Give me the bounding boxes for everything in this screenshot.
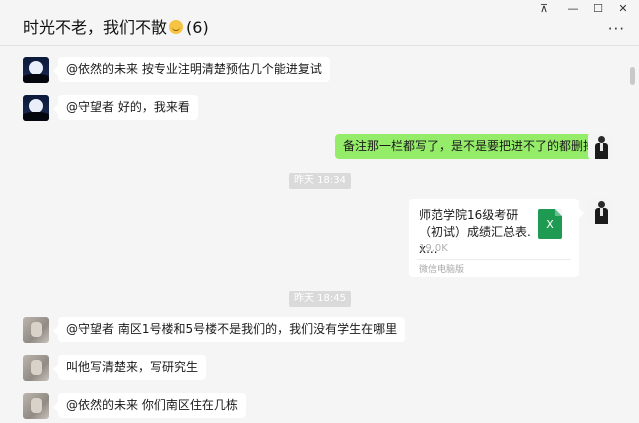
chat-header: 时光不老，我们不散 (6) ⊼ — ☐ ✕ ··· [0, 0, 639, 46]
message-bubble[interactable]: @依然的未来 按专业注明清楚预估几个能进复试 [53, 57, 330, 82]
gray-photo-avatar[interactable] [23, 393, 49, 419]
night-moon-avatar[interactable] [23, 95, 49, 121]
member-count: (6) [186, 18, 209, 37]
maximize-button[interactable]: ☐ [587, 2, 609, 16]
file-source-label: 微信电脑版 [419, 265, 465, 275]
chat-window: 时光不老，我们不散 (6) ⊼ — ☐ ✕ ··· @依然的未来 按专业注明清楚预… [0, 0, 639, 423]
file-message-card[interactable]: 师范学院16级考研（初试）成绩汇总表.x... X 19.0K 微信电脑版 [409, 199, 584, 277]
minimize-button[interactable]: — [562, 2, 584, 16]
excel-file-icon: X [538, 209, 562, 239]
grin-emoji-icon [169, 20, 184, 34]
file-size: 19.0K [419, 243, 448, 254]
chat-title: 时光不老，我们不散 (6) [23, 14, 209, 38]
scrollbar-thumb[interactable] [630, 67, 635, 85]
excel-icon-letter: X [546, 218, 554, 231]
group-name: 时光不老，我们不散 [23, 18, 168, 37]
night-moon-avatar[interactable] [23, 57, 49, 83]
gray-photo-avatar[interactable] [23, 317, 49, 343]
file-card-divider [417, 259, 571, 260]
message-bubble[interactable]: 叫他写清楚来，写研究生 [52, 355, 207, 380]
message-list[interactable]: @依然的未来 按专业注明清楚预估几个能进复试 @守望者 好的，我来看 备注那一栏… [0, 47, 639, 423]
timestamp-label: 昨天 18:45 [289, 291, 351, 307]
gray-photo-avatar[interactable] [23, 355, 49, 381]
message-bubble[interactable]: @守望者 好的，我来看 [53, 95, 198, 120]
close-button[interactable]: ✕ [612, 2, 634, 16]
message-bubble[interactable]: @守望者 南区1号楼和5号楼不是我们的，我们没有学生在哪里 [52, 317, 406, 342]
suit-man-avatar[interactable] [588, 198, 614, 224]
suit-man-avatar[interactable] [588, 133, 614, 159]
more-options-icon[interactable]: ··· [608, 20, 625, 38]
pin-icon[interactable]: ⊼ [533, 2, 555, 16]
message-bubble[interactable]: @依然的未来 你们南区住在几栋 [53, 393, 246, 418]
sent-message-bubble[interactable]: 备注那一栏都写了，是不是要把进不了的都删掉 [335, 134, 609, 159]
timestamp-label: 昨天 18:34 [289, 173, 351, 189]
